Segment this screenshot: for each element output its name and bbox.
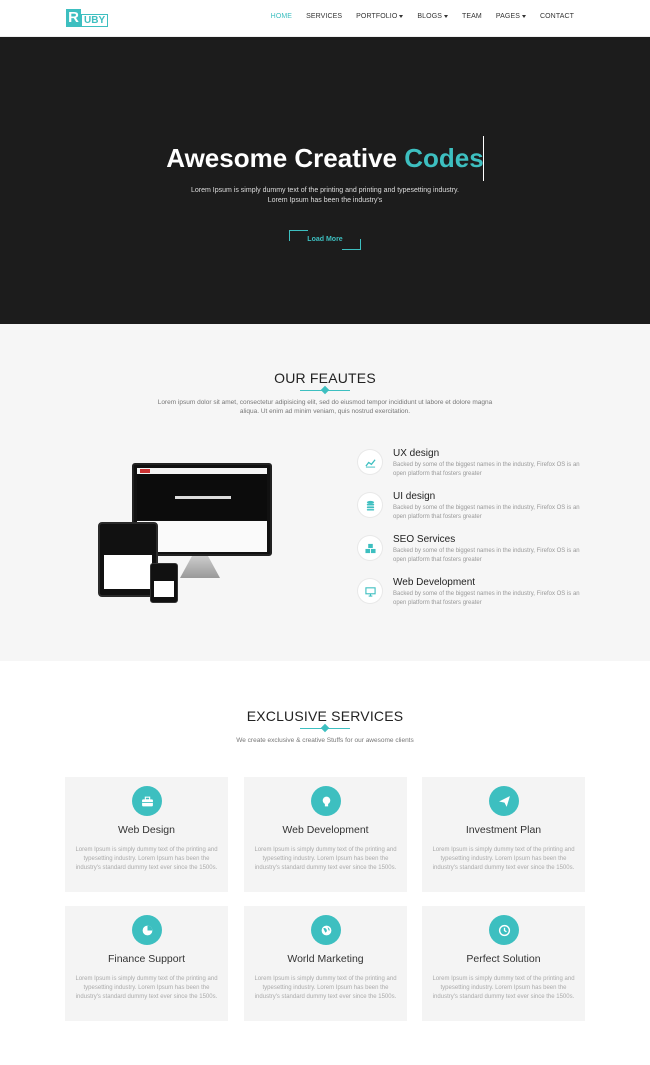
nav-item-team[interactable]: TEAM: [455, 13, 489, 20]
pie-chart-icon: [132, 915, 162, 945]
nav-item-services[interactable]: SERVICES: [299, 13, 349, 20]
chevron-down-icon: [521, 14, 526, 18]
service-card[interactable]: Investment Plan Lorem Ipsum is simply du…: [422, 777, 585, 892]
globe-icon: [311, 915, 341, 945]
line-chart-icon: [358, 450, 382, 474]
hero-banner: Awesome Creative Codes Lorem Ipsum is si…: [0, 37, 650, 324]
services-title: EXCLUSIVE SERVICES: [246, 708, 404, 724]
nav-item-contact[interactable]: CONTACT: [533, 13, 581, 20]
load-more-button[interactable]: Load More: [289, 230, 361, 250]
service-card[interactable]: Web Development Lorem Ipsum is simply du…: [244, 777, 407, 892]
nav-item-portfolio[interactable]: PORTFOLIO: [349, 13, 410, 20]
features-title: OUR FEAUTES: [274, 370, 376, 386]
logo-text: UBY: [81, 13, 109, 27]
hero-title-highlight: Codes: [404, 143, 484, 173]
typing-cursor: [483, 136, 484, 181]
service-card[interactable]: Perfect Solution Lorem Ipsum is simply d…: [422, 906, 585, 1021]
top-navbar: R UBY HOME SERVICES PORTFOLIO BLOGS TEAM…: [0, 0, 650, 37]
devices-mockup-image: [98, 463, 274, 605]
nav-item-pages[interactable]: PAGES: [489, 13, 533, 20]
logo-letter: R: [66, 9, 81, 27]
features-section: OUR FEAUTES Lorem ipsum dolor sit amet, …: [0, 324, 650, 661]
service-card[interactable]: World Marketing Lorem Ipsum is simply du…: [244, 906, 407, 1021]
clock-icon: [489, 915, 519, 945]
nav-item-blogs[interactable]: BLOGS: [410, 13, 455, 20]
service-card[interactable]: Finance Support Lorem Ipsum is simply du…: [65, 906, 228, 1021]
monitor-icon: [358, 579, 382, 603]
tablet-mockup: [98, 522, 158, 597]
nav-item-home[interactable]: HOME: [264, 13, 299, 20]
services-section: EXCLUSIVE SERVICES We create exclusive &…: [0, 661, 650, 1065]
feature-item: SEO Services Backed by some of the bigge…: [358, 534, 588, 577]
feature-item: UI design Backed by some of the biggest …: [358, 491, 588, 534]
paper-plane-icon: [489, 786, 519, 816]
briefcase-icon: [132, 786, 162, 816]
database-icon: [358, 493, 382, 517]
main-menu: HOME SERVICES PORTFOLIO BLOGS TEAM PAGES…: [264, 13, 581, 20]
chevron-down-icon: [399, 14, 404, 18]
section-divider: [300, 723, 350, 733]
lightbulb-icon: [311, 786, 341, 816]
section-divider: [300, 385, 350, 395]
feature-list: UX design Backed by some of the biggest …: [358, 448, 588, 620]
chevron-down-icon: [444, 14, 449, 18]
hero-subtitle: Lorem Ipsum is simply dummy text of the …: [191, 187, 459, 204]
brand-logo[interactable]: R UBY: [66, 9, 109, 27]
service-card[interactable]: Web Design Lorem Ipsum is simply dummy t…: [65, 777, 228, 892]
features-description: Lorem ipsum dolor sit amet, consectetur …: [157, 399, 493, 415]
cubes-icon: [358, 536, 382, 560]
hero-title: Awesome Creative Codes: [166, 143, 484, 173]
feature-item: Web Development Backed by some of the bi…: [358, 577, 588, 620]
phone-mockup: [150, 563, 178, 603]
services-description: We create exclusive & creative Stuffs fo…: [236, 737, 414, 744]
feature-item: UX design Backed by some of the biggest …: [358, 448, 588, 491]
